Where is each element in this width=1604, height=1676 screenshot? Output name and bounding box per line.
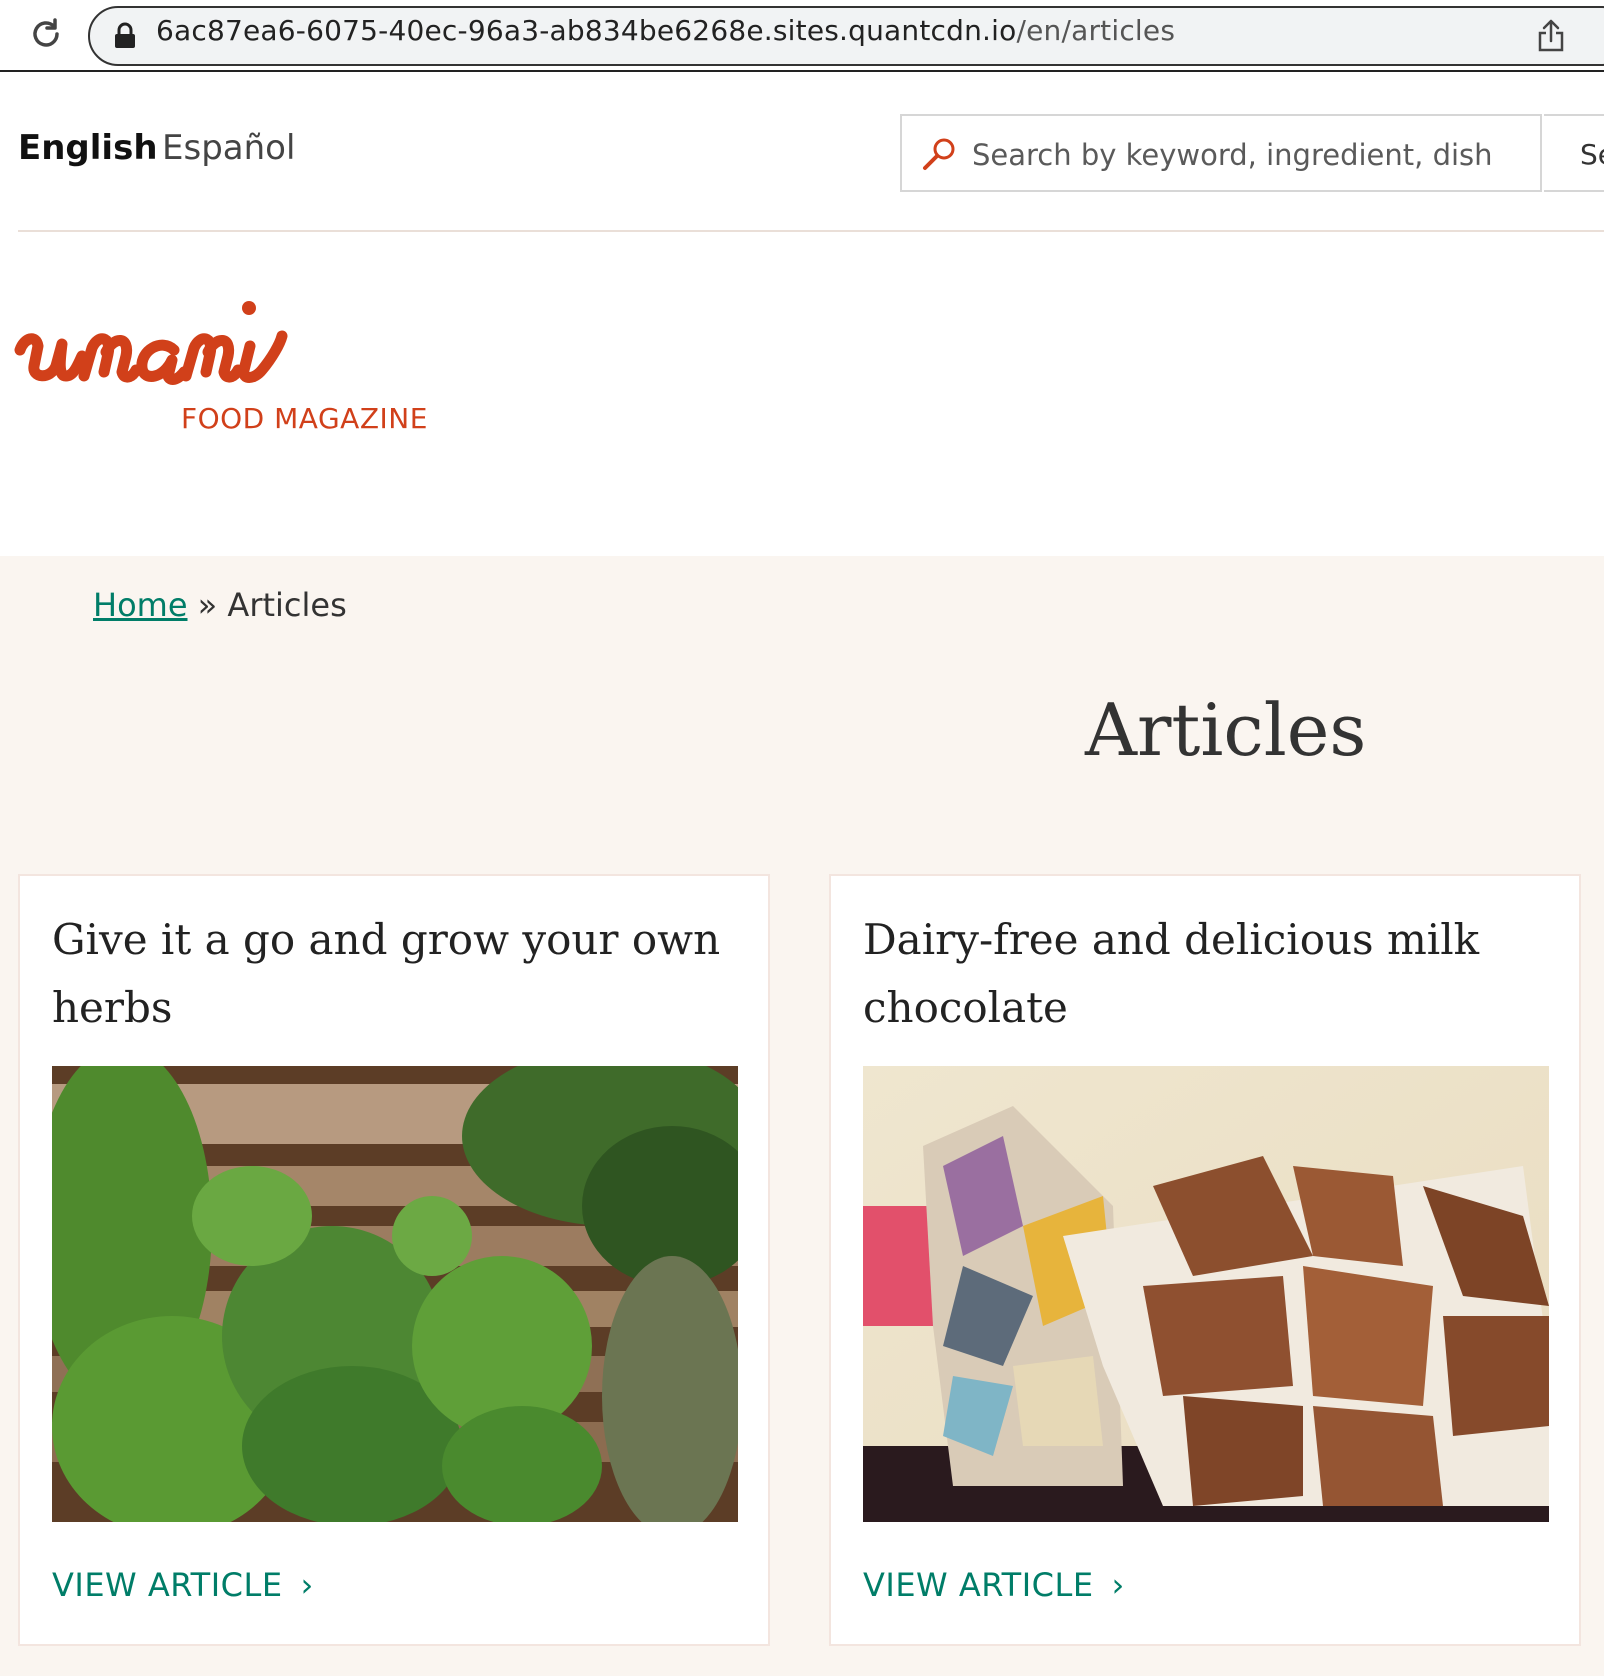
address-bar-url: 6ac87ea6-6075-40ec-96a3-ab834be6268e.sit…	[156, 14, 1176, 47]
search-icon	[923, 138, 955, 170]
browser-toolbar: 6ac87ea6-6075-40ec-96a3-ab834be6268e.sit…	[0, 0, 1604, 72]
herbs-photo[interactable]	[52, 1066, 738, 1522]
article-card: Give it a go and grow your own herbs VIE…	[18, 874, 770, 1646]
language-spanish-link[interactable]: Español	[162, 128, 295, 168]
language-english-link[interactable]: English	[18, 128, 158, 168]
article-title[interactable]: Dairy-free and delicious milk chocolate	[863, 906, 1553, 1042]
header-divider	[18, 230, 1604, 232]
breadcrumb: Home » Articles	[93, 586, 347, 624]
breadcrumb-separator: »	[197, 586, 218, 624]
share-icon[interactable]	[1536, 18, 1566, 52]
search-input[interactable]	[970, 128, 1534, 182]
chevron-right-icon: ›	[1111, 1566, 1125, 1604]
chocolate-photo[interactable]	[863, 1066, 1549, 1522]
breadcrumb-current: Articles	[227, 586, 347, 624]
logo-subtitle: FOOD MAGAZINE	[181, 402, 428, 435]
view-article-link[interactable]: VIEW ARTICLE ›	[52, 1566, 314, 1604]
search-box	[900, 114, 1542, 192]
chevron-right-icon: ›	[300, 1566, 314, 1604]
search-button[interactable]: Search	[1544, 114, 1604, 192]
lock-icon	[115, 22, 135, 48]
main-content: Home » Articles Articles Give it a go an…	[0, 556, 1604, 1676]
article-card: Dairy-free and delicious milk chocolate	[829, 874, 1581, 1646]
reload-icon[interactable]	[26, 14, 66, 54]
page-title: Articles	[1085, 688, 1367, 772]
breadcrumb-home-link[interactable]: Home	[93, 586, 188, 624]
article-title[interactable]: Give it a go and grow your own herbs	[52, 906, 742, 1042]
view-article-link[interactable]: VIEW ARTICLE ›	[863, 1566, 1125, 1604]
